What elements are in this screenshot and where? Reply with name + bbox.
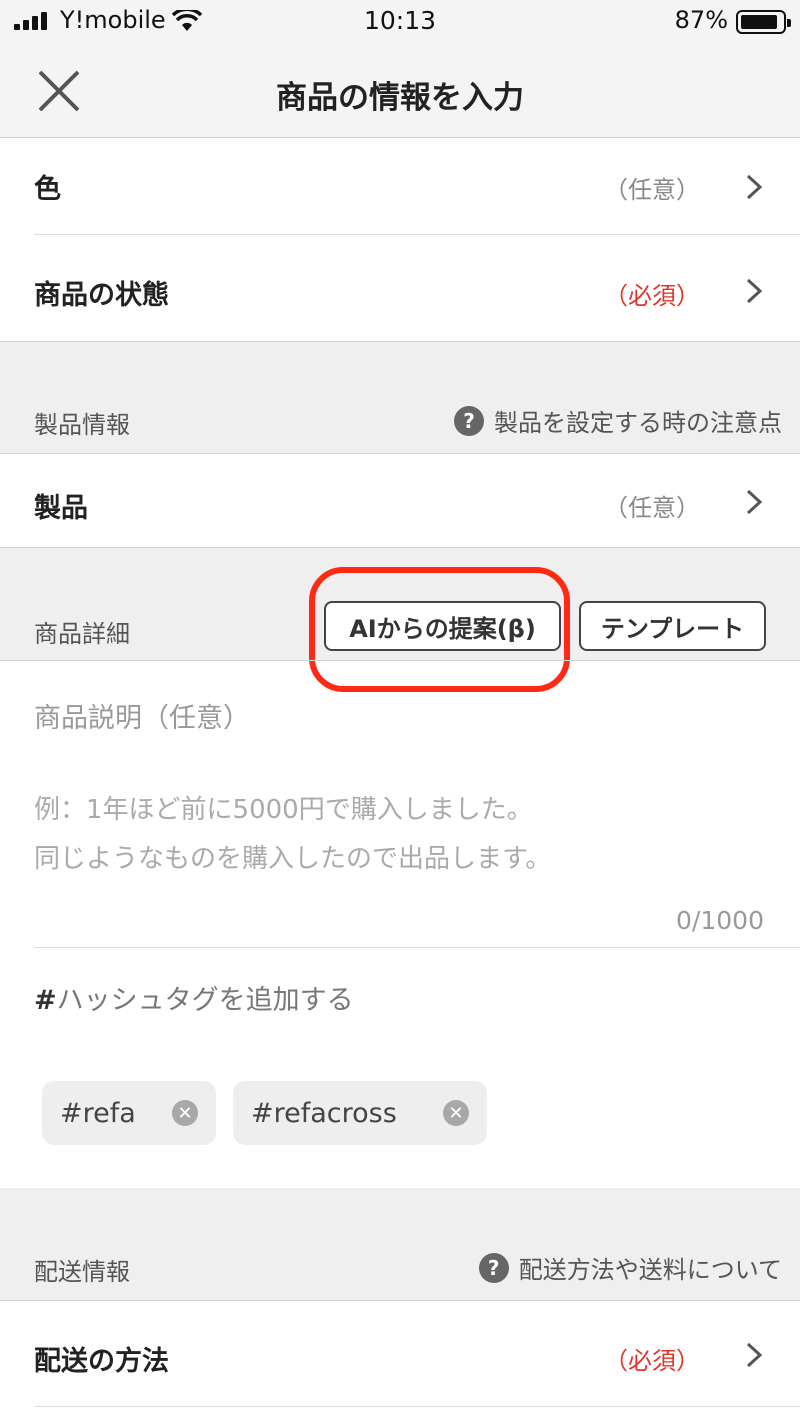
status-bar: Y!mobile 10:13 87% [0, 0, 800, 46]
hashtag-chip: #refacross ✕ [233, 1081, 487, 1145]
description-label: 商品説明（任意） [34, 703, 250, 734]
remove-tag-icon[interactable]: ✕ [172, 1100, 198, 1126]
divider [34, 947, 800, 948]
add-hashtag-label: ハッシュタグを追加する [56, 985, 354, 1016]
divider [0, 660, 800, 661]
help-text: 配送方法や送料について [518, 1256, 782, 1284]
chevron-right-icon [746, 489, 763, 515]
divider [34, 1406, 800, 1407]
chevron-right-icon [746, 1342, 763, 1368]
color-row[interactable]: 色 （任意） [0, 139, 800, 235]
required-tag: （必須） [604, 282, 700, 310]
question-circle-icon: ? [478, 1252, 509, 1283]
shipping-method-row[interactable]: 配送の方法 （必須） [0, 1301, 800, 1407]
help-text: 製品を設定する時の注意点 [494, 409, 782, 437]
battery-icon [736, 10, 791, 34]
page-title: 商品の情報を入力 [276, 80, 524, 116]
battery-percent: 87% [674, 6, 728, 34]
description-input[interactable]: 例：1年ほど前に5000円で購入しました。 同じようなものを購入したので出品しま… [34, 786, 551, 884]
chevron-right-icon [746, 278, 763, 304]
character-counter: 0/1000 [676, 906, 764, 935]
hash-symbol: # [34, 985, 57, 1016]
product-info-section: 製品情報 ? 製品を設定する時の注意点 [0, 342, 800, 453]
shipping-help-link[interactable]: ? 配送方法や送料について [478, 1250, 782, 1285]
optional-tag: （任意） [604, 494, 700, 522]
template-button[interactable]: テンプレート [579, 601, 766, 651]
section-title: 製品情報 [34, 411, 130, 439]
nav-bar: 商品の情報を入力 [0, 46, 800, 138]
color-label: 色 [34, 174, 61, 205]
placeholder-line: 例：1年ほど前に5000円で購入しました。 [34, 795, 533, 825]
shipping-method-label: 配送の方法 [34, 1346, 169, 1377]
placeholder-line: 同じようなものを購入したので出品します。 [34, 844, 552, 874]
optional-tag: （任意） [604, 176, 700, 204]
product-help-link[interactable]: ? 製品を設定する時の注意点 [454, 403, 782, 438]
section-title: 商品詳細 [34, 620, 130, 648]
highlight-annotation [309, 567, 570, 692]
hashtag-text: #refa [60, 1097, 136, 1129]
condition-row[interactable]: 商品の状態 （必須） [0, 235, 800, 341]
product-label: 製品 [34, 493, 88, 524]
required-tag: （必須） [604, 1347, 700, 1375]
product-row[interactable]: 製品 （任意） [0, 454, 800, 548]
hashtag-chip: #refa ✕ [42, 1081, 216, 1145]
section-title: 配送情報 [34, 1258, 130, 1286]
chevron-right-icon [746, 174, 763, 200]
hashtag-text: #refacross [251, 1097, 397, 1129]
shipping-info-section: 配送情報 ? 配送方法や送料について [0, 1188, 800, 1300]
remove-tag-icon[interactable]: ✕ [443, 1100, 469, 1126]
condition-label: 商品の状態 [34, 280, 169, 311]
question-circle-icon: ? [454, 405, 484, 436]
add-hashtag-button[interactable]: #ハッシュタグを追加する [34, 978, 354, 1017]
